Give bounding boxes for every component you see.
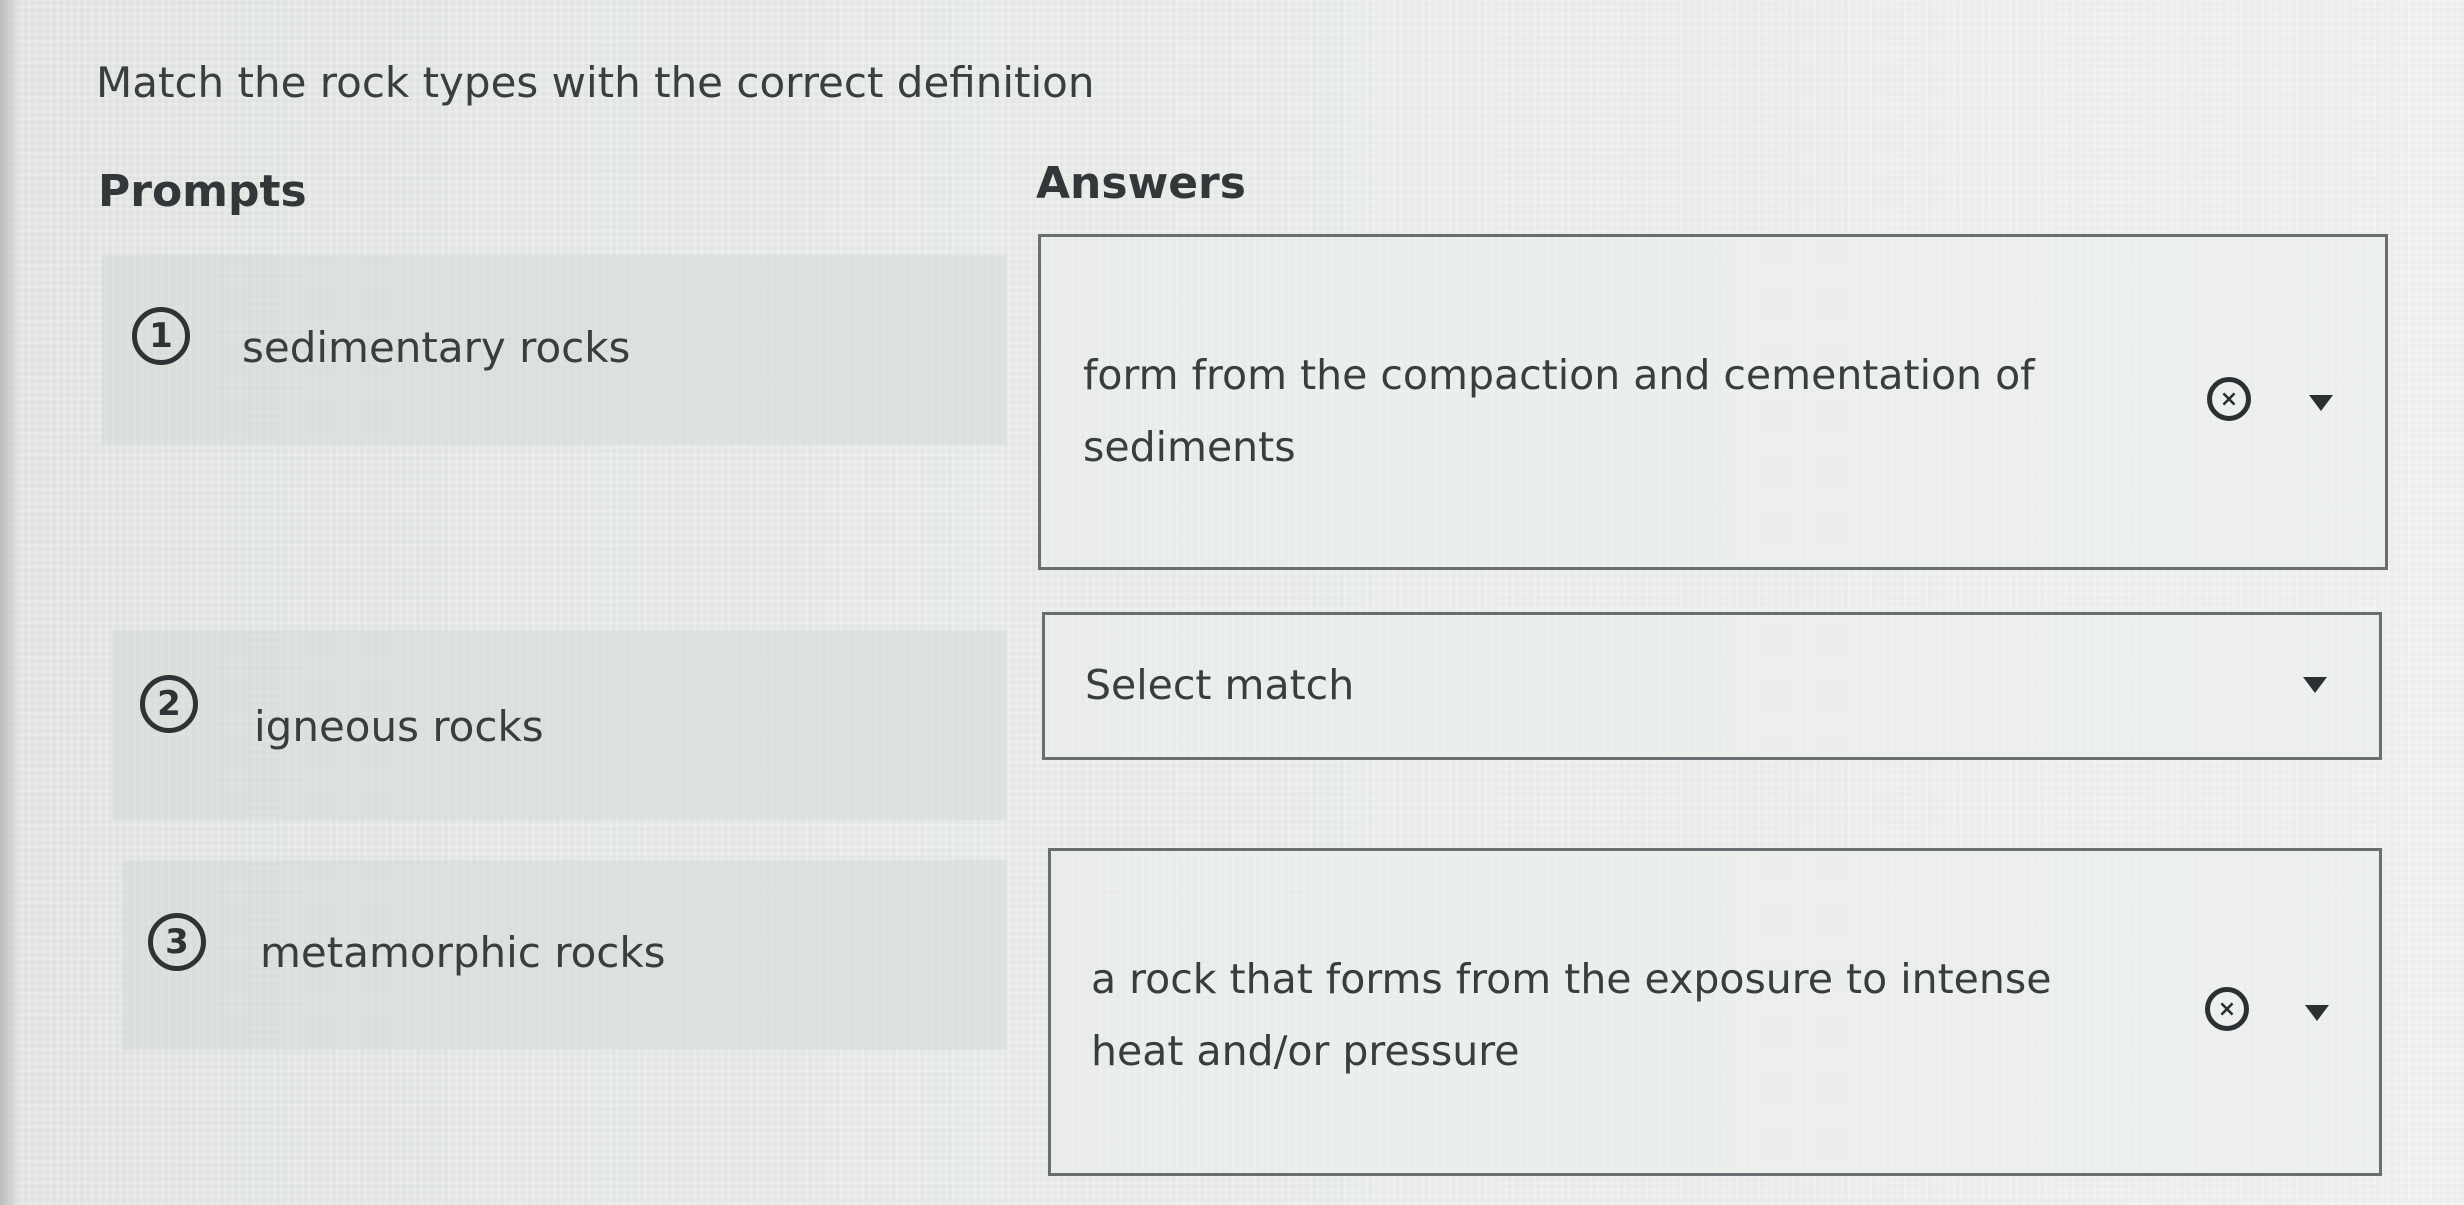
prompt-number-3: 3 — [148, 913, 206, 971]
answer-dropdown-2[interactable]: Select match — [1042, 612, 2382, 760]
prompt-label-2: igneous rocks — [254, 702, 544, 751]
prompt-label-1: sedimentary rocks — [242, 323, 631, 372]
answer-dropdown-1[interactable]: form from the compaction and cementation… — [1038, 234, 2388, 570]
answer-text-1: form from the compaction and cementation… — [1083, 351, 2035, 471]
answer-text-2: Select match — [1085, 661, 1355, 709]
caret-down-icon[interactable] — [2303, 677, 2327, 693]
prompts-header: Prompts — [98, 166, 307, 217]
answer-dropdown-3[interactable]: a rock that forms from the exposure to i… — [1048, 848, 2382, 1176]
answers-header: Answers — [1036, 158, 1246, 209]
answer-text-3: a rock that forms from the exposure to i… — [1091, 955, 2052, 1075]
question-text: Match the rock types with the correct de… — [96, 58, 1095, 107]
caret-down-icon[interactable] — [2305, 1005, 2329, 1021]
prompt-card-1: 1 sedimentary rocks — [102, 255, 1007, 445]
clear-answer-icon[interactable]: × — [2205, 987, 2249, 1031]
matching-question-page: Match the rock types with the correct de… — [0, 0, 2464, 1205]
prompt-number-1: 1 — [132, 307, 190, 365]
caret-down-icon[interactable] — [2309, 395, 2333, 411]
edge-shadow — [0, 0, 20, 1205]
prompt-number-2: 2 — [140, 675, 198, 733]
prompt-card-2: 2 igneous rocks — [112, 630, 1007, 820]
prompt-label-3: metamorphic rocks — [260, 928, 666, 977]
prompt-card-3: 3 metamorphic rocks — [122, 860, 1007, 1050]
clear-answer-icon[interactable]: × — [2207, 377, 2251, 421]
